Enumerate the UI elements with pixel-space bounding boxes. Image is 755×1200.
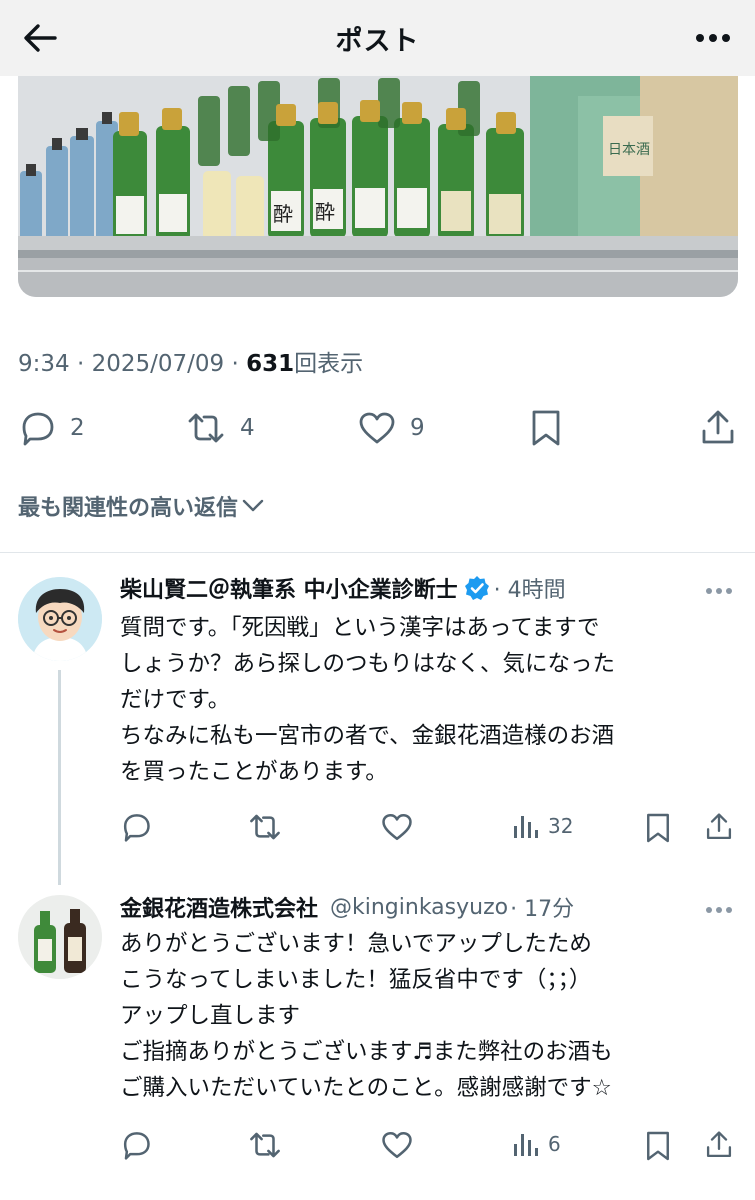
reply-text-line: だけです。	[120, 687, 231, 713]
reply-author-handle[interactable]: @kinginkasyuzo	[330, 895, 508, 920]
reply-text-line: ありがとうございます！急いでアップしたため	[120, 931, 592, 957]
share-icon	[706, 813, 732, 840]
back-button[interactable]	[20, 18, 60, 58]
bottle-label-text: 酔	[273, 202, 293, 226]
reply-bubble-icon	[123, 1132, 150, 1160]
reply-text-line: ご購入いただいていたとのこと。感謝感謝です☆	[120, 1075, 612, 1101]
analytics-bars-icon	[514, 816, 538, 838]
reply-share-button[interactable]	[705, 1130, 733, 1160]
reply-timestamp[interactable]: · 17分	[510, 891, 574, 923]
reply-timestamp[interactable]: · 4時間	[494, 572, 566, 604]
post-meta: 9:34 · 2025/07/09 · 631回表示	[18, 344, 363, 378]
reply-reply-button[interactable]	[120, 1130, 152, 1160]
reply-text-line: ちなみに私も一宮市の者で、金銀花酒造様のお酒	[120, 723, 615, 749]
like-button[interactable]: 9	[358, 408, 425, 448]
bookmark-icon	[647, 1131, 669, 1161]
reply-views-button[interactable]: 32	[512, 812, 573, 840]
avatar[interactable]	[18, 577, 102, 661]
more-dots-icon	[706, 588, 732, 594]
repost-icon	[250, 814, 280, 840]
reply-more-button[interactable]	[705, 899, 733, 918]
reply-text-line: こうなってしまいました！猛反省中です（；；）	[120, 967, 592, 993]
reply-bubble-icon	[22, 412, 54, 446]
page-title: ポスト	[335, 25, 420, 57]
bookmark-button[interactable]	[530, 408, 562, 448]
more-button[interactable]	[693, 18, 733, 58]
reply-text: ありがとうございます！急いでアップしたため こうなってしまいました！猛反省中です…	[120, 926, 732, 1106]
reply-text-line: しょうか？あら探しのつもりはなく、気になった	[120, 651, 616, 677]
reply-text-line: ご指摘ありがとうございます♬また弊社のお酒も	[120, 1039, 613, 1065]
sake-bottles-avatar-icon	[18, 895, 102, 979]
reply-repost-button[interactable]	[248, 812, 282, 842]
reply-text-line: アップし直します	[120, 1003, 301, 1029]
top-bar: ポスト	[0, 0, 755, 76]
reply-author-name[interactable]: 金銀花酒造株式会社	[120, 891, 318, 923]
more-dots-icon	[706, 907, 732, 913]
box-label-text: 日本酒	[608, 142, 650, 158]
chevron-down-icon	[242, 499, 264, 512]
thread-connector-line	[58, 670, 61, 885]
reply-text: 質問です。「死因戦」という漢字はあってますで しょうか？あら探しのつもりはなく、…	[120, 610, 732, 790]
section-divider	[0, 552, 755, 553]
reply-views-button[interactable]: 6	[512, 1130, 561, 1158]
reply-like-button[interactable]	[381, 812, 413, 842]
repost-button[interactable]: 4	[186, 408, 255, 448]
avatar[interactable]	[18, 895, 102, 979]
back-arrow-icon	[24, 24, 57, 52]
cartoon-man-avatar-icon	[18, 577, 102, 661]
heart-icon	[382, 813, 412, 841]
repost-count: 4	[240, 415, 255, 441]
reply-sort-dropdown[interactable]: 最も関連性の高い返信	[18, 490, 264, 522]
bookmark-icon	[647, 813, 669, 843]
reply-author-row: 柴山賢二＠執筆系 中小企業診断士 · 4時間	[120, 572, 566, 604]
reply-author-row: 金銀花酒造株式会社 @kinginkasyuzo · 17分	[120, 891, 574, 923]
reply-bookmark-button[interactable]	[645, 812, 671, 844]
post-action-bar: 2 4 9	[0, 400, 755, 456]
reply-share-button[interactable]	[705, 812, 733, 842]
reply-like-button[interactable]	[381, 1130, 413, 1160]
share-button[interactable]	[700, 408, 736, 448]
bottle-label-text: 酔	[315, 200, 335, 224]
reply-reply-button[interactable]	[120, 812, 152, 842]
reply-view-count: 32	[548, 814, 574, 838]
heart-icon	[359, 412, 395, 444]
reply-more-button[interactable]	[705, 580, 733, 599]
reply-bubble-icon	[123, 814, 150, 842]
heart-icon	[382, 1131, 412, 1159]
repost-icon	[250, 1132, 280, 1158]
post-timestamp: 9:34 · 2025/07/09 ·	[18, 351, 247, 377]
more-dots-icon	[696, 34, 730, 42]
reply-text-line: 質問です。「死因戦」という漢字はあってますで	[120, 615, 600, 641]
like-count: 9	[410, 415, 425, 441]
view-count-label: 回表示	[294, 351, 364, 377]
reply-view-count: 6	[548, 1132, 561, 1156]
bookmark-icon	[532, 410, 560, 446]
verified-badge-icon	[464, 576, 489, 600]
reply-sort-label: 最も関連性の高い返信	[18, 496, 239, 521]
post-photo[interactable]: 酔 酔 日本酒	[18, 76, 738, 297]
reply-text-line: を買ったことがあります。	[120, 759, 388, 785]
repost-icon	[188, 413, 224, 443]
reply-count: 2	[70, 415, 85, 441]
reply-bookmark-button[interactable]	[645, 1130, 671, 1162]
reply-repost-button[interactable]	[248, 1130, 282, 1160]
analytics-bars-icon	[514, 1134, 538, 1156]
reply-button[interactable]: 2	[18, 408, 85, 448]
view-count: 631	[246, 351, 295, 377]
reply-author-name[interactable]: 柴山賢二＠執筆系 中小企業診断士	[120, 572, 458, 604]
share-icon	[706, 1131, 732, 1158]
share-icon	[702, 410, 734, 444]
